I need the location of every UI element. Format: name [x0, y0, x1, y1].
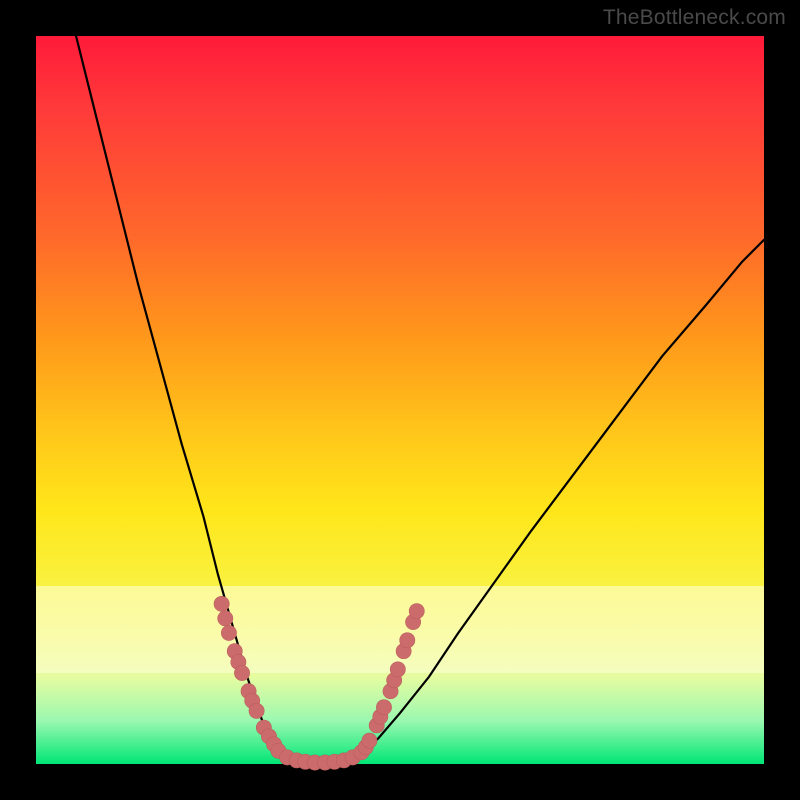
scatter-dot [221, 625, 236, 640]
scatter-dot [362, 733, 377, 748]
scatter-dot [214, 596, 229, 611]
scatter-dot [400, 633, 415, 648]
bottleneck-curve [76, 36, 764, 764]
scatter-dots [214, 596, 424, 770]
watermark-text: TheBottleneck.com [603, 6, 786, 30]
chart-stage: TheBottleneck.com [0, 0, 800, 800]
scatter-dot [218, 611, 233, 626]
scatter-dot [249, 703, 264, 718]
scatter-dot [390, 662, 405, 677]
scatter-dot [409, 603, 424, 618]
plot-area [36, 36, 764, 764]
scatter-dot [234, 665, 249, 680]
curve-layer [36, 36, 764, 764]
scatter-dot [376, 700, 391, 715]
